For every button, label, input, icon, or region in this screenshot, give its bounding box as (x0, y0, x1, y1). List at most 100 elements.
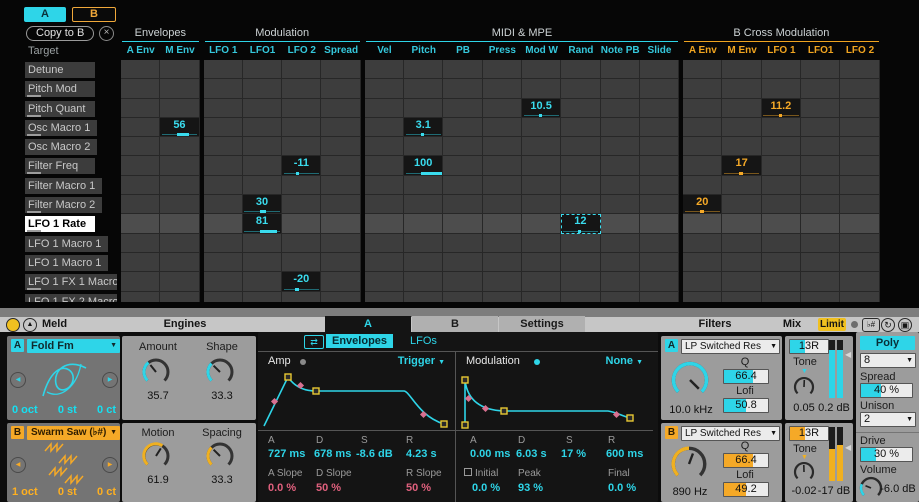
matrix-cell[interactable] (321, 272, 360, 291)
filter-b-freq-knob[interactable] (668, 443, 710, 485)
matrix-cell[interactable] (483, 137, 522, 156)
matrix-cell[interactable] (601, 195, 640, 214)
mod-envelope-display[interactable] (456, 370, 653, 431)
filter-a-freq-value[interactable]: 10.0 kHz (662, 404, 720, 416)
matrix-cell[interactable] (801, 118, 840, 137)
matrix-cell[interactable] (365, 176, 404, 195)
amp-trigger-dropdown[interactable]: Trigger ▼ (398, 355, 445, 367)
matrix-cell[interactable] (722, 79, 761, 98)
matrix-cell[interactable] (443, 99, 482, 118)
matrix-cell[interactable] (321, 60, 360, 79)
engine-a-prev-button[interactable]: ◀ (10, 372, 26, 388)
matrix-cell[interactable] (840, 292, 879, 302)
amp-decay-value[interactable]: 678 ms (314, 448, 351, 460)
matrix-cell[interactable] (722, 195, 761, 214)
matrix-column-header[interactable]: LFO1 FX (801, 42, 840, 60)
mod-peak-value[interactable]: 93 % (518, 482, 543, 494)
matrix-column-header[interactable]: M Env (160, 42, 199, 60)
matrix-cell[interactable] (282, 137, 321, 156)
matrix-cell[interactable] (282, 118, 321, 137)
matrix-cell[interactable] (561, 292, 600, 302)
engine-b-oct[interactable]: 1 oct (12, 486, 38, 498)
device-activator-icon[interactable] (6, 318, 20, 332)
matrix-cell[interactable] (121, 214, 160, 233)
matrix-cell[interactable] (204, 214, 243, 233)
matrix-cell[interactable] (840, 137, 879, 156)
matrix-cell[interactable] (404, 214, 443, 233)
matrix-cell[interactable] (840, 176, 879, 195)
matrix-tab-b[interactable]: B (72, 7, 116, 22)
matrix-cell[interactable] (640, 272, 679, 291)
matrix-cell[interactable] (762, 195, 801, 214)
matrix-cell[interactable] (404, 60, 443, 79)
motion-knob[interactable] (140, 440, 172, 472)
matrix-cell[interactable] (683, 292, 722, 302)
matrix-cell[interactable] (365, 60, 404, 79)
matrix-cell[interactable] (404, 79, 443, 98)
matrix-column-header[interactable]: LFO 1 (762, 42, 801, 60)
matrix-column-header[interactable]: A Env (121, 42, 160, 60)
matrix-row-label[interactable]: Filter Freq (0, 156, 117, 175)
matrix-cell[interactable] (243, 118, 282, 137)
matrix-cell[interactable] (121, 176, 160, 195)
mix-b-pan-value[interactable]: 13R (789, 426, 829, 441)
matrix-cell[interactable] (561, 137, 600, 156)
matrix-cell[interactable] (204, 60, 243, 79)
matrix-cell[interactable] (601, 176, 640, 195)
matrix-cell[interactable] (640, 137, 679, 156)
matrix-cell[interactable] (601, 272, 640, 291)
matrix-cell[interactable] (365, 292, 404, 302)
matrix-cell[interactable] (640, 60, 679, 79)
matrix-cell[interactable] (443, 272, 482, 291)
matrix-row-label[interactable]: LFO 1 FX 1 Macro (0, 272, 117, 291)
matrix-cell[interactable] (801, 176, 840, 195)
matrix-cell[interactable] (365, 156, 404, 175)
matrix-column-header[interactable]: LFO 2 (282, 42, 321, 60)
matrix-row-label[interactable]: Pitch Mod (0, 79, 117, 98)
matrix-cell[interactable] (683, 156, 722, 175)
tab-b[interactable]: B (412, 316, 498, 332)
matrix-cell[interactable] (640, 214, 679, 233)
matrix-cell[interactable] (483, 99, 522, 118)
matrix-cell[interactable] (722, 234, 761, 253)
matrix-column-header[interactable]: Spread (321, 42, 360, 60)
matrix-cell[interactable] (840, 253, 879, 272)
matrix-cell[interactable] (160, 253, 199, 272)
matrix-cell[interactable] (801, 253, 840, 272)
matrix-cell[interactable] (243, 253, 282, 272)
amp-r-slope-value[interactable]: 50 % (406, 482, 431, 494)
matrix-cell[interactable] (722, 137, 761, 156)
tab-envelopes[interactable]: Envelopes (326, 334, 393, 348)
fold-device-icon[interactable]: ▲ (23, 318, 37, 332)
matrix-cell[interactable] (282, 214, 321, 233)
matrix-cell[interactable] (404, 99, 443, 118)
matrix-cell[interactable] (321, 195, 360, 214)
amp-sustain-value[interactable]: -8.6 dB (356, 448, 393, 460)
matrix-cell[interactable] (483, 60, 522, 79)
matrix-cell[interactable] (722, 253, 761, 272)
mod-dest-dropdown[interactable]: None ▼ (606, 355, 644, 367)
matrix-cell[interactable]: 100 (404, 156, 443, 175)
matrix-cell[interactable] (683, 60, 722, 79)
matrix-cell[interactable] (601, 99, 640, 118)
matrix-cell[interactable] (801, 195, 840, 214)
matrix-cell[interactable] (762, 214, 801, 233)
matrix-column-header[interactable]: A Env (683, 42, 722, 60)
amount-knob[interactable] (140, 356, 172, 388)
matrix-column-header[interactable]: LFO1 FX (243, 42, 282, 60)
matrix-cell[interactable]: -11 (282, 156, 321, 175)
matrix-cell[interactable]: 11.2 (762, 99, 801, 118)
matrix-column-header[interactable]: LFO 1 (204, 42, 243, 60)
matrix-cell[interactable] (443, 292, 482, 302)
matrix-cell[interactable] (840, 195, 879, 214)
drive-value[interactable]: 30 % (860, 447, 913, 462)
mod-attack-value[interactable]: 0.00 ms (470, 448, 510, 460)
matrix-cell[interactable] (683, 272, 722, 291)
matrix-row-label[interactable]: LFO 1 Macro 1 (0, 253, 117, 272)
matrix-column-header[interactable]: LFO 2 (840, 42, 879, 60)
engine-b-prev-button[interactable]: ◀ (10, 457, 26, 473)
tab-a[interactable]: A (325, 316, 411, 332)
matrix-cell[interactable] (640, 156, 679, 175)
matrix-cell[interactable] (561, 99, 600, 118)
matrix-cell[interactable] (561, 60, 600, 79)
